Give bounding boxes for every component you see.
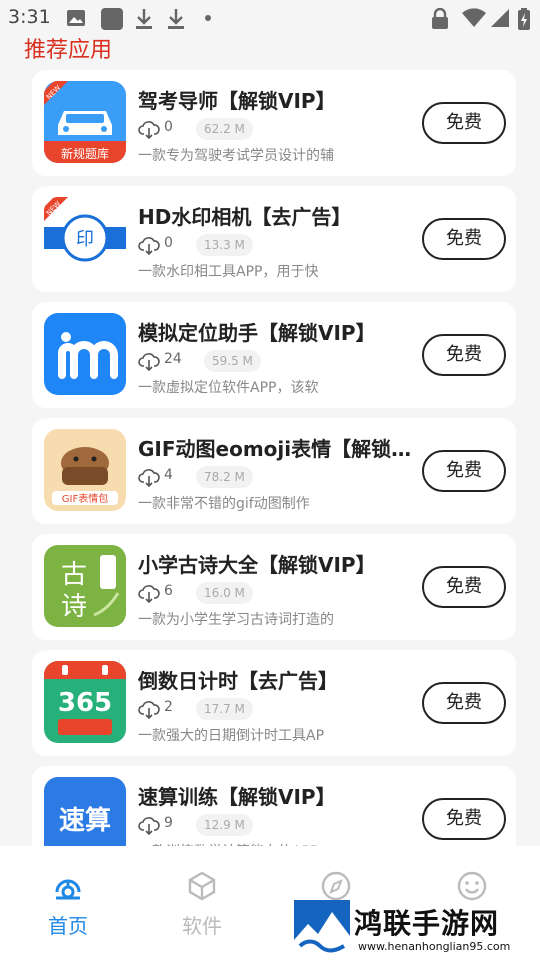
svg-text:诗: 诗 [61,592,87,622]
watermark-logo-icon [294,900,350,956]
svg-text:365: 365 [58,688,112,718]
cloud-download-icon [138,585,160,604]
app-name[interactable]: GIF动图eomoji表情【解锁V... [138,433,414,462]
size-badge: 62.2 M [196,118,253,140]
size-badge: 17.7 M [196,698,253,720]
image-icon [67,10,85,26]
download-status-icon [136,9,152,29]
app-name[interactable]: 速算训练【解锁VIP】 [138,781,414,810]
app-card[interactable]: 模拟定位助手【解锁VIP】 24 59.5 M 一款虚拟定位软件APP，该软 免… [32,302,516,408]
download-count: 9 [164,815,173,831]
free-button[interactable]: 免费 [422,450,506,492]
dot-icon [205,15,211,21]
stamp-icon[interactable]: 印 NEW [44,197,126,279]
m-logo-icon[interactable] [44,313,126,395]
free-button[interactable]: 免费 [422,102,506,144]
wifi-icon [462,8,486,27]
app-card[interactable]: 新规题库 NEW 驾考导师【解锁VIP】 0 62.2 M 一款专为驾驶考试学员… [32,70,516,176]
app-description: 一款强大的日期倒计时工具AP [138,728,325,744]
poem-icon[interactable]: 古 诗 [44,545,126,627]
battery-icon [518,8,530,30]
status-time: 3:31 [8,6,51,28]
calendar-icon[interactable]: 365 [44,661,126,743]
app-card[interactable]: 印 NEW HD水印相机【去广告】 0 13.3 M 一款水印相工具APP，用于… [32,186,516,292]
car-icon[interactable]: 新规题库 NEW [44,81,126,163]
app-name[interactable]: 驾考导师【解锁VIP】 [138,85,414,114]
new-ribbon-icon: NEW [44,81,68,105]
cloud-download-icon [138,237,160,256]
app-square-icon [101,8,123,30]
app-description: 一款为小学生学习古诗词打造的 [138,612,334,628]
status-bar: 3:31 [0,0,540,34]
download-count: 0 [164,235,173,251]
cloud-download-icon [138,121,160,140]
cloud-download-icon [138,469,160,488]
nav-item-software[interactable]: 软件 [152,846,252,960]
free-button[interactable]: 免费 [422,566,506,608]
nav-label-home: 首页 [48,914,88,938]
size-badge: 59.5 M [204,350,261,372]
nav-label-software: 软件 [182,914,222,938]
nav-item-home[interactable]: 首页 [18,846,118,960]
download-count: 24 [164,351,182,367]
download-count: 6 [164,583,173,599]
svg-text:GIF表情包: GIF表情包 [62,492,108,505]
app-description: 一款专为驾驶考试学员设计的辅 [138,148,334,164]
size-badge: 12.9 M [196,814,253,836]
free-button[interactable]: 免费 [422,334,506,376]
svg-text:古: 古 [61,560,87,590]
svg-text:新规题库: 新规题库 [61,146,109,161]
app-card[interactable]: 365 倒数日计时【去广告】 2 17.7 M 一款强大的日期倒计时工具AP 免… [32,650,516,756]
capybara-icon[interactable]: GIF表情包 [44,429,126,511]
free-button[interactable]: 免费 [422,218,506,260]
app-name[interactable]: 倒数日计时【去广告】 [138,665,414,694]
app-card[interactable]: GIF表情包 GIF动图eomoji表情【解锁V... 4 78.2 M 一款非… [32,418,516,524]
section-title: 推荐应用 [24,38,113,63]
size-badge: 13.3 M [196,234,253,256]
cloud-download-icon [138,701,160,720]
app-description: 一款虚拟定位软件APP，该软 [138,380,319,396]
download-count: 2 [164,699,173,715]
new-ribbon-icon: NEW [44,197,68,221]
signal-icon [491,9,509,27]
app-name[interactable]: 模拟定位助手【解锁VIP】 [138,317,414,346]
download-status-icon-2 [168,9,184,29]
size-badge: 16.0 M [196,582,253,604]
watermark-title: 鸿联手游网 [354,907,500,940]
app-description: 一款水印相工具APP，用于快 [138,264,319,280]
cloud-download-icon [138,817,160,836]
watermark-url: www.henanhonglian95.com [358,940,511,953]
cube-icon [188,871,216,901]
app-name[interactable]: 小学古诗大全【解锁VIP】 [138,549,414,578]
app-card[interactable]: 古 诗 小学古诗大全【解锁VIP】 6 16.0 M 一款为小学生学习古诗词打造… [32,534,516,640]
free-button[interactable]: 免费 [422,798,506,840]
svg-text:速算: 速算 [59,805,111,836]
size-badge: 78.2 M [196,466,253,488]
app-name[interactable]: HD水印相机【去广告】 [138,201,414,230]
download-count: 0 [164,119,173,135]
lock-icon [432,8,448,29]
watermark: 鸿联手游网 www.henanhonglian95.com [290,898,540,960]
download-count: 4 [164,467,173,483]
app-description: 一款非常不错的gif动图制作 [138,496,310,512]
home-icon [55,879,81,900]
free-button[interactable]: 免费 [422,682,506,724]
cloud-download-icon [138,353,160,372]
